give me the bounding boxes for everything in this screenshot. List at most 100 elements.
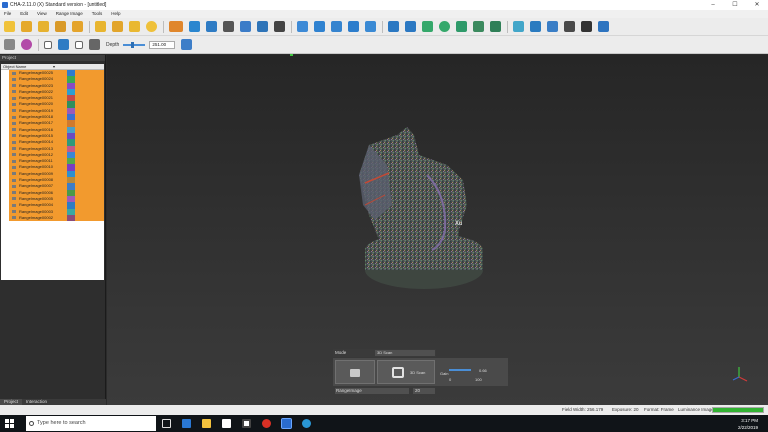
gain-slider[interactable] <box>449 369 471 371</box>
depth-value-field[interactable]: 251.00 <box>149 40 176 49</box>
delete-icon[interactable] <box>95 21 106 32</box>
other-app-icon[interactable] <box>302 419 311 428</box>
curve-icon[interactable] <box>473 21 484 32</box>
visibility-checkbox[interactable] <box>1 214 9 222</box>
mesh-icon[interactable] <box>240 21 251 32</box>
rotate-left-icon[interactable] <box>388 21 399 32</box>
menu-tools[interactable]: Tools <box>92 10 103 18</box>
range-tool-icon[interactable] <box>169 21 183 32</box>
grid-icon[interactable] <box>297 21 308 32</box>
save-icon[interactable] <box>38 21 49 32</box>
window-icon[interactable] <box>547 21 558 32</box>
sample-icon[interactable] <box>331 21 342 32</box>
segment-icon[interactable] <box>314 21 325 32</box>
video-camera-icon <box>350 369 360 377</box>
cloud-icon[interactable] <box>348 21 359 32</box>
tree-row[interactable]: RangeImage00002 <box>1 214 104 222</box>
mode-label: Mode <box>335 350 347 355</box>
camera-settings-icon[interactable] <box>89 39 100 50</box>
menu-view[interactable]: View <box>37 10 47 18</box>
count-spinbox[interactable]: 20 <box>413 388 435 394</box>
new-file-icon[interactable] <box>4 21 15 32</box>
minimize-button[interactable]: – <box>702 0 724 10</box>
depth-slider[interactable] <box>123 41 146 48</box>
type-dropdown[interactable]: RangeImage <box>335 388 409 394</box>
chrome-icon[interactable] <box>262 419 271 428</box>
system-tray: 3:17 PM 2/22/2019 <box>738 415 758 432</box>
tray-time[interactable]: 3:17 PM <box>738 417 758 424</box>
tray-date[interactable]: 2/22/2019 <box>738 424 758 431</box>
rotate-right-icon[interactable] <box>405 21 416 32</box>
export-icon[interactable] <box>72 21 83 32</box>
taskbar-search-input[interactable]: Type here to search <box>26 416 156 431</box>
plane-icon[interactable] <box>422 21 433 32</box>
table-icon[interactable] <box>530 21 541 32</box>
cha-app-taskbar-icon[interactable] <box>281 418 292 429</box>
menu-bar: File Edit View Range Image Tools Help <box>0 10 768 18</box>
layers-icon[interactable] <box>513 21 524 32</box>
menu-help[interactable]: Help <box>111 10 120 18</box>
task-view-icon[interactable] <box>162 419 171 428</box>
align-icon[interactable] <box>206 21 217 32</box>
windows-start-icon[interactable] <box>5 419 14 428</box>
view-toolbar: Depth 251.00 <box>0 36 768 54</box>
zoom-icon[interactable] <box>581 21 592 32</box>
point-size-icon[interactable] <box>58 39 69 50</box>
scan-button-label: 3D Scan <box>410 370 426 375</box>
toolbar-separator <box>291 20 292 33</box>
gain-value[interactable]: 0.66 <box>479 368 487 373</box>
sphere-icon[interactable] <box>439 21 450 32</box>
gain-label: Gain <box>440 371 449 376</box>
search-icon <box>29 421 34 426</box>
maximize-button[interactable]: ☐ <box>724 0 746 10</box>
mode-dropdown[interactable]: 3D Scan <box>375 350 435 356</box>
mail-icon[interactable] <box>242 419 251 428</box>
tree-rows: RangeImage00025 RangeImage00024 RangeImage… <box>1 70 104 222</box>
undo-icon[interactable] <box>112 21 123 32</box>
menu-range-image[interactable]: Range Image <box>56 10 83 18</box>
filter-icon[interactable] <box>257 21 268 32</box>
fit-icon[interactable] <box>456 21 467 32</box>
background-color-swatch[interactable] <box>44 40 52 49</box>
progress-fill <box>713 408 763 412</box>
file-explorer-icon[interactable] <box>202 419 211 428</box>
window-title: CHA-2.11.0 (X) Standard version - [untit… <box>10 2 107 8</box>
depth-label: Depth <box>106 41 120 48</box>
tools-icon[interactable] <box>181 39 193 50</box>
status-format: Format: Frame <box>644 407 674 412</box>
refresh-icon[interactable] <box>146 21 157 32</box>
gain-controls: Gain 0.66 0 100 <box>437 358 508 386</box>
scan-button[interactable]: 3D Scan <box>377 360 435 384</box>
foreground-color-swatch[interactable] <box>75 40 83 49</box>
gain-max: 100 <box>475 377 482 382</box>
save-as-icon[interactable] <box>55 21 66 32</box>
merge-icon[interactable] <box>223 21 234 32</box>
settings-icon[interactable] <box>598 21 609 32</box>
measure-icon[interactable] <box>564 21 575 32</box>
camera-icon <box>392 367 404 378</box>
app-window: CHA-2.11.0 (X) Standard version - [untit… <box>0 0 768 432</box>
column-object-name: Object Name <box>3 64 27 69</box>
object-tree[interactable]: Object Name ▾ RangeImage00025 RangeImage0… <box>1 64 104 280</box>
print-icon[interactable] <box>274 21 285 32</box>
menu-edit[interactable]: Edit <box>20 10 28 18</box>
camera-button[interactable] <box>335 360 375 384</box>
store-icon[interactable] <box>222 419 231 428</box>
normals-icon[interactable] <box>365 21 376 32</box>
color-picker-icon[interactable] <box>21 39 32 50</box>
close-button[interactable]: ✕ <box>746 0 768 10</box>
menu-file[interactable]: File <box>4 10 11 18</box>
object-marker-label: Xu <box>455 221 462 227</box>
toolbar-separator <box>89 20 90 33</box>
progress-bar <box>712 407 764 413</box>
edge-browser-icon[interactable] <box>182 419 191 428</box>
open-folder-icon[interactable] <box>21 21 32 32</box>
capture-widget: Mode 3D Scan 3D Scan Gain 0.66 0 100 Ran… <box>333 349 508 397</box>
toolbar-separator <box>163 20 164 33</box>
scanned-object[interactable]: Xu <box>359 127 483 289</box>
app-logo-icon <box>2 2 8 8</box>
line-icon[interactable] <box>490 21 501 32</box>
redo-icon[interactable] <box>129 21 140 32</box>
light-bulb-icon[interactable] <box>4 39 15 50</box>
register-icon[interactable] <box>189 21 200 32</box>
